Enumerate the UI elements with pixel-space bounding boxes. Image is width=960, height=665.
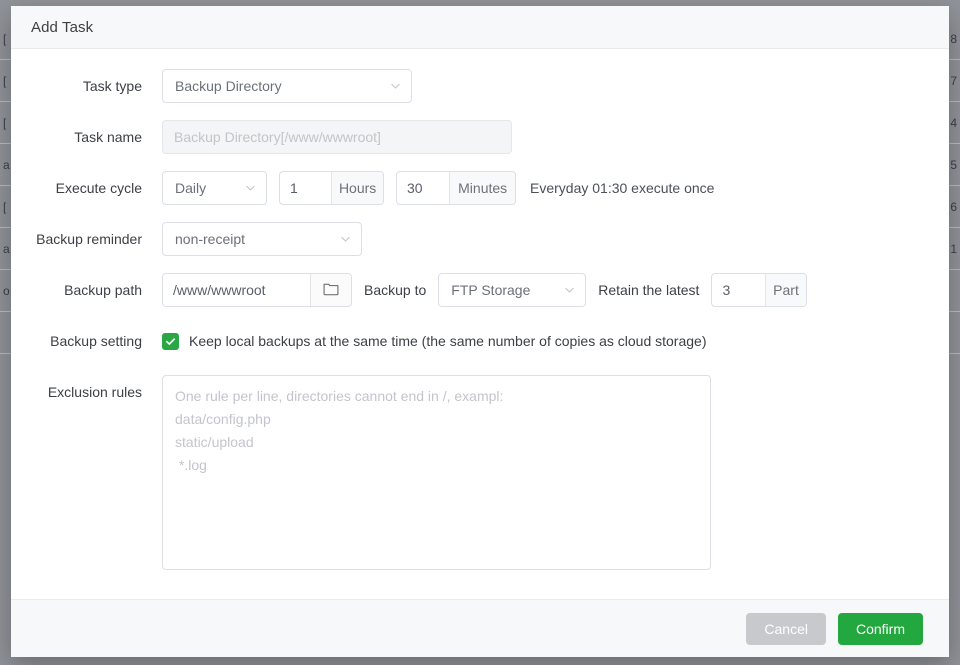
chevron-down-icon xyxy=(244,182,257,195)
dialog-header: Add Task xyxy=(11,6,949,49)
exclusion-rules-control xyxy=(162,375,711,570)
backup-path-input-group: /www/wwwroot xyxy=(162,273,352,307)
retain-latest-label: Retain the latest xyxy=(598,282,700,298)
backup-setting-label: Backup setting xyxy=(50,333,142,349)
backup-reminder-selected-value: non-receipt xyxy=(175,231,246,247)
execute-cycle-selected-value: Daily xyxy=(175,180,207,196)
backup-setting-control: Keep local backups at the same time (the… xyxy=(162,324,707,358)
backup-reminder-select[interactable]: non-receipt xyxy=(162,222,362,256)
checkbox-checked-icon xyxy=(162,332,179,350)
backup-path-input[interactable]: /www/wwwroot xyxy=(163,274,310,306)
exclusion-rules-label: Exclusion rules xyxy=(47,384,142,400)
form-row-task-type: Task type Backup Directory xyxy=(11,69,949,103)
execute-cycle-control: Daily 1 Hours 30 Minutes Everyday 01:30 … xyxy=(162,171,714,205)
execute-cycle-label: Execute cycle xyxy=(55,180,142,196)
retain-count-input[interactable]: 3 xyxy=(712,274,764,306)
exclusion-rules-textarea[interactable] xyxy=(162,375,711,570)
form-row-exclusion-rules: Exclusion rules xyxy=(11,375,949,570)
chevron-down-icon xyxy=(339,233,352,246)
task-type-control: Backup Directory xyxy=(162,69,412,103)
form-row-task-name: Task name xyxy=(11,120,949,154)
retain-unit-addon: Part xyxy=(764,274,807,306)
dialog-footer: Cancel Confirm xyxy=(11,599,949,657)
chevron-down-icon xyxy=(563,284,576,297)
hours-unit-addon: Hours xyxy=(331,172,383,204)
backup-path-control: /www/wwwroot Backup to FTP Storage Retai… xyxy=(162,273,808,307)
folder-icon xyxy=(323,281,339,299)
task-type-select[interactable]: Backup Directory xyxy=(162,69,412,103)
backup-reminder-control: non-receipt xyxy=(162,222,362,256)
execute-cycle-select[interactable]: Daily xyxy=(162,171,267,205)
task-type-selected-value: Backup Directory xyxy=(175,78,282,94)
chevron-down-icon xyxy=(389,80,402,93)
task-name-label: Task name xyxy=(74,129,142,145)
confirm-button[interactable]: Confirm xyxy=(837,612,923,645)
browse-folder-button[interactable] xyxy=(310,274,351,306)
cancel-button[interactable]: Cancel xyxy=(746,612,826,645)
execute-cycle-hint: Everyday 01:30 execute once xyxy=(530,180,715,196)
form-row-backup-setting: Backup setting Keep local backups at the… xyxy=(11,324,949,358)
add-task-dialog: Add Task Task type Backup Directory Task… xyxy=(11,6,949,657)
dialog-title: Add Task xyxy=(31,18,94,36)
retain-count-input-group: 3 Part xyxy=(711,273,808,307)
hours-input[interactable]: 1 xyxy=(280,172,331,204)
dialog-body: Task type Backup Directory Task name Exe… xyxy=(11,49,949,599)
task-type-label: Task type xyxy=(82,78,142,94)
keep-local-backups-label: Keep local backups at the same time (the… xyxy=(189,333,707,349)
minutes-unit-addon: Minutes xyxy=(449,172,515,204)
form-row-backup-reminder: Backup reminder non-receipt xyxy=(11,222,949,256)
backup-to-selected-value: FTP Storage xyxy=(451,282,531,298)
keep-local-backups-checkbox[interactable]: Keep local backups at the same time (the… xyxy=(162,324,707,358)
backup-path-label: Backup path xyxy=(64,282,142,298)
task-name-input[interactable] xyxy=(162,120,512,154)
backup-to-select[interactable]: FTP Storage xyxy=(438,273,587,307)
backup-reminder-label: Backup reminder xyxy=(36,231,142,247)
hours-input-group: 1 Hours xyxy=(279,171,384,205)
minutes-input[interactable]: 30 xyxy=(397,172,449,204)
task-name-control xyxy=(162,120,512,154)
form-row-execute-cycle: Execute cycle Daily 1 Hours 30 Minutes E… xyxy=(11,171,949,205)
backup-to-label: Backup to xyxy=(364,282,427,298)
minutes-input-group: 30 Minutes xyxy=(396,171,516,205)
form-row-backup-path: Backup path /www/wwwroot Backup to FTP S xyxy=(11,273,949,307)
